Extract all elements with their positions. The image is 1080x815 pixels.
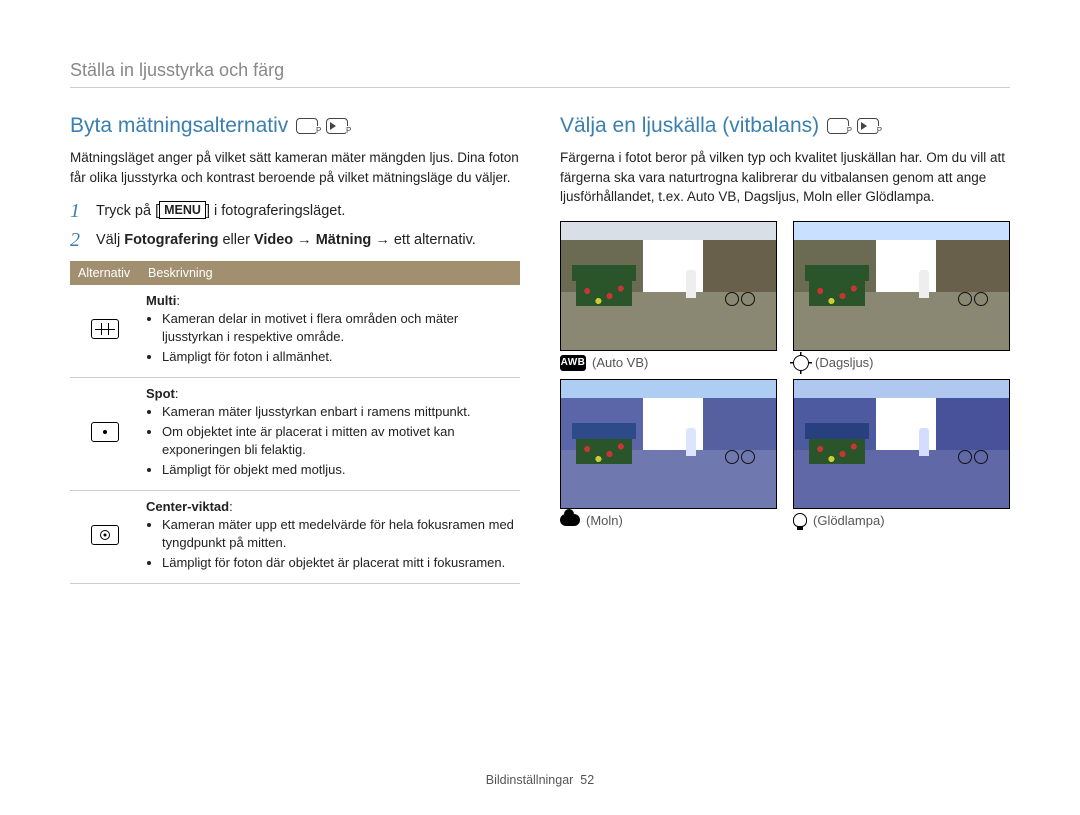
wb-tungsten-label: (Glödlampa) [813, 513, 885, 528]
menu-key-icon: MENU [159, 201, 206, 219]
table-row: Center-viktad: Kameran mäter upp ett med… [70, 490, 520, 583]
left-title-row: Byta mätningsalternativ [70, 114, 520, 138]
options-table: Alternativ Beskrivning Multi: Kameran de… [70, 261, 520, 583]
row1-name: Spot [146, 386, 175, 401]
footer-section: Bildinställningar [486, 773, 574, 787]
wb-cloud-thumb [560, 379, 777, 509]
camera-p-icon [827, 118, 849, 134]
footer-page: 52 [580, 773, 594, 787]
left-title: Byta mätningsalternativ [70, 114, 288, 138]
step-number-2: 2 [70, 230, 86, 250]
row2-b1: Kameran mäter upp ett medelvärde för hel… [162, 516, 514, 551]
center-weighted-icon [91, 525, 119, 545]
step2-f: Mätning [316, 232, 372, 248]
page-footer: Bildinställningar 52 [0, 773, 1080, 787]
video-p-icon [857, 118, 879, 134]
row0-b1: Kameran delar in motivet i flera områden… [162, 310, 514, 345]
table-row: Multi: Kameran delar in motivet i flera … [70, 285, 520, 377]
wb-cloud-cell: (Moln) [560, 379, 777, 528]
left-intro: Mätningsläget anger på vilket sätt kamer… [70, 148, 520, 187]
wb-auto-label: (Auto VB) [592, 355, 648, 370]
sun-icon [793, 355, 809, 371]
step2-a: Välj [96, 232, 124, 248]
step2-g: → ett alternativ. [371, 232, 476, 248]
camera-p-icon [296, 118, 318, 134]
bulb-icon [793, 513, 807, 527]
th-alternativ: Alternativ [70, 261, 140, 285]
row1-b3: Lämpligt för objekt med motljus. [162, 461, 514, 479]
step1-post: ] i fotograferingsläget. [206, 203, 345, 219]
page-header: Ställa in ljusstyrka och färg [70, 60, 1010, 88]
multi-metering-icon [91, 319, 119, 339]
wb-tungsten-cell: (Glödlampa) [793, 379, 1010, 528]
wb-daylight-thumb [793, 221, 1010, 351]
step-2: 2 Välj Fotografering eller Video → Mätni… [70, 230, 520, 251]
spot-metering-icon [91, 422, 119, 442]
wb-tungsten-thumb [793, 379, 1010, 509]
row2-name: Center-viktad [146, 499, 229, 514]
th-beskrivning: Beskrivning [140, 261, 520, 285]
step2-d: Video [254, 232, 293, 248]
step1-pre: Tryck på [ [96, 203, 159, 219]
step2-b: Fotografering [124, 232, 218, 248]
white-balance-grid: AWB (Auto VB) (Dagsljus) [560, 221, 1010, 528]
row0-name: Multi [146, 293, 176, 308]
awb-icon: AWB [560, 355, 586, 371]
video-p-icon [326, 118, 348, 134]
wb-auto-thumb [560, 221, 777, 351]
right-intro: Färgerna i fotot beror på vilken typ och… [560, 148, 1010, 207]
right-column: Välja en ljuskälla (vitbalans) Färgerna … [560, 114, 1010, 584]
table-row: Spot: Kameran mäter ljusstyrkan enbart i… [70, 377, 520, 490]
left-column: Byta mätningsalternativ Mätningsläget an… [70, 114, 520, 584]
right-title-row: Välja en ljuskälla (vitbalans) [560, 114, 1010, 138]
row1-b2: Om objektet inte är placerat i mitten av… [162, 423, 514, 458]
row1-b1: Kameran mäter ljusstyrkan enbart i ramen… [162, 403, 514, 421]
step-1: 1 Tryck på [MENU] i fotograferingsläget. [70, 201, 520, 222]
right-title: Välja en ljuskälla (vitbalans) [560, 114, 819, 138]
wb-cloud-label: (Moln) [586, 513, 623, 528]
row2-b2: Lämpligt för foton där objektet är place… [162, 554, 514, 572]
cloud-icon [560, 514, 580, 526]
row0-b2: Lämpligt för foton i allmänhet. [162, 348, 514, 366]
wb-daylight-label: (Dagsljus) [815, 355, 874, 370]
wb-auto-cell: AWB (Auto VB) [560, 221, 777, 371]
step2-e: → [293, 232, 316, 248]
wb-daylight-cell: (Dagsljus) [793, 221, 1010, 371]
step2-c: eller [218, 232, 253, 248]
step-number-1: 1 [70, 201, 86, 221]
